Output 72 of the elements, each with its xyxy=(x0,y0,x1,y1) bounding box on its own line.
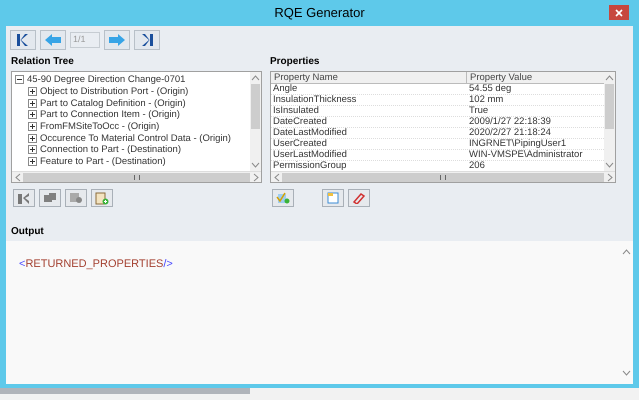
table-cell-text: Angle xyxy=(272,84,298,94)
tool-button[interactable] xyxy=(39,189,61,207)
output-label: Output xyxy=(10,226,45,238)
chevron-icon[interactable] xyxy=(605,75,614,81)
eraser-icon xyxy=(352,192,366,204)
first-button[interactable] xyxy=(10,30,36,50)
vertical-scrollbar[interactable] xyxy=(250,72,261,171)
tool-button[interactable] xyxy=(272,189,294,207)
tree-item[interactable]: Part to Catalog Definition - (Origin) xyxy=(40,98,186,109)
table-cell-text: True xyxy=(468,106,490,116)
expand-icon[interactable] xyxy=(28,87,37,96)
table-cell-text: DateLastModified xyxy=(272,128,348,138)
chevron-icon[interactable] xyxy=(274,172,280,182)
add-button[interactable] xyxy=(91,189,113,207)
table-cell-text: PermissionGroup xyxy=(272,161,348,171)
close-button[interactable] xyxy=(609,5,629,20)
table-cell-text: InsulationThickness xyxy=(272,95,358,105)
expand-icon[interactable] xyxy=(28,110,37,120)
expand-icon[interactable] xyxy=(28,145,37,154)
vertical-scrollbar[interactable] xyxy=(604,72,615,171)
table-cell-text: UserCreated xyxy=(272,139,328,149)
window-title: RQE Generator xyxy=(274,4,365,22)
close-icon xyxy=(615,8,623,16)
tree-item[interactable]: Part to Connection Item - (Origin) xyxy=(40,109,180,120)
tool-button[interactable] xyxy=(65,189,87,207)
expand-icon[interactable] xyxy=(28,122,37,132)
table-cell-text: 54.55 deg xyxy=(468,84,512,94)
expand-icon[interactable] xyxy=(28,157,37,166)
column-header[interactable]: Property Name xyxy=(271,72,467,83)
check-edit-icon xyxy=(276,192,290,204)
table-cell-text: WIN-VMSPE\Administrator xyxy=(468,150,584,160)
tree-item[interactable]: 45-90 Degree Direction Change-0701 xyxy=(27,74,186,86)
shapes-icon xyxy=(43,192,57,204)
clipboard-add-icon xyxy=(95,192,109,204)
tool-button[interactable] xyxy=(13,189,35,207)
relation-icon xyxy=(17,192,31,204)
tree-item[interactable]: Connection to Part - (Destination) xyxy=(40,144,181,156)
document-icon xyxy=(326,192,340,204)
expand-icon[interactable] xyxy=(28,134,37,143)
chevron-icon[interactable] xyxy=(251,75,260,81)
output-text: <RETURNED_PROPERTIES/> xyxy=(19,258,173,270)
tree-item[interactable]: Feature to Part - (Destination) xyxy=(40,156,166,168)
properties-grid[interactable] xyxy=(270,71,616,183)
last-button[interactable] xyxy=(134,30,160,50)
expand-icon[interactable] xyxy=(28,98,37,108)
last-icon xyxy=(140,34,154,46)
eraser-button[interactable] xyxy=(348,189,370,207)
chevron-icon[interactable] xyxy=(14,172,20,182)
left-arrow-icon xyxy=(45,34,61,46)
table-cell-text: UserLastModified xyxy=(272,150,348,160)
tool-button[interactable] xyxy=(322,189,344,207)
table-cell-text: 206 xyxy=(468,161,486,171)
chevron-icon[interactable] xyxy=(622,370,630,376)
horizontal-scrollbar[interactable] xyxy=(271,171,615,182)
column-header[interactable]: Property Value xyxy=(467,72,604,83)
tree-item[interactable]: FromFMSiteToOcc - (Origin) xyxy=(40,121,160,132)
relation-tree-label: Relation Tree xyxy=(11,56,75,68)
right-arrow-icon xyxy=(109,34,125,46)
chevron-icon[interactable] xyxy=(622,249,630,255)
tree-item[interactable]: Object to Distribution Port - (Origin) xyxy=(40,86,188,98)
first-icon xyxy=(16,34,30,46)
properties-label: Properties xyxy=(270,56,320,68)
table-cell-text: 2020/2/27 21:18:24 xyxy=(468,128,552,138)
table-cell-text: INGRNET\PipingUser1 xyxy=(468,139,568,149)
collapse-icon[interactable] xyxy=(15,75,24,84)
table-cell-text: 2009/1/27 22:18:39 xyxy=(468,117,552,127)
table-cell-text: DateCreated xyxy=(272,117,328,127)
table-cell-text: IsInsulated xyxy=(272,106,320,116)
tree-item[interactable]: Occurence To Material Control Data - (Origin) xyxy=(40,132,231,144)
horizontal-scrollbar[interactable] xyxy=(12,171,261,182)
table-cell-text: 102 mm xyxy=(468,95,504,105)
relation-tree[interactable] xyxy=(11,71,262,183)
